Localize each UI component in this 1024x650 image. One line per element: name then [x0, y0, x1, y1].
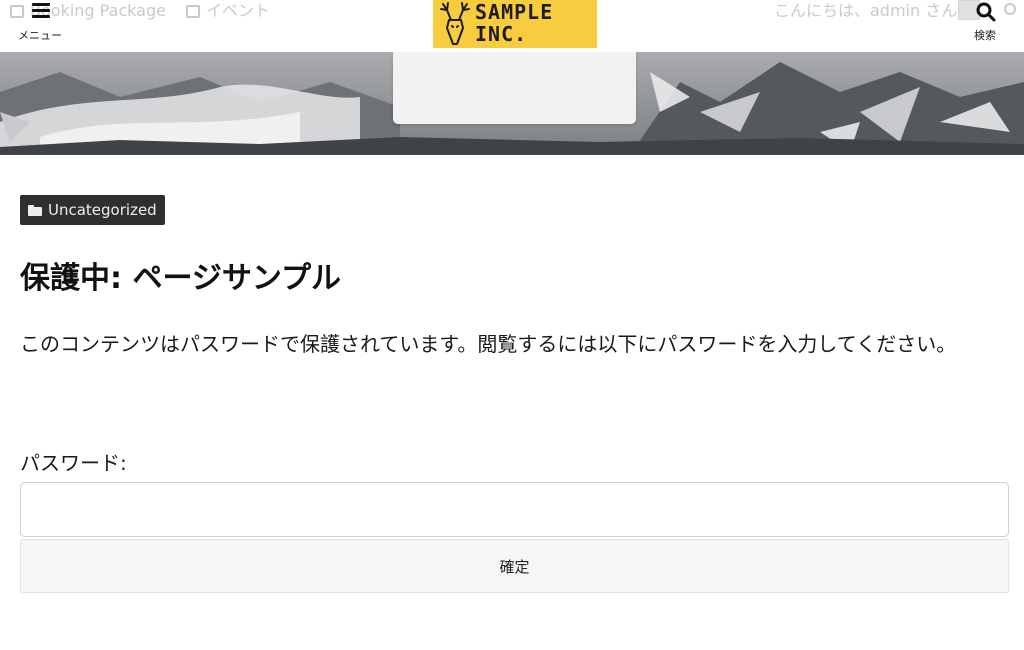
password-label: パスワード: — [20, 451, 127, 475]
submit-button[interactable]: 確定 — [20, 539, 1009, 593]
category-label: Uncategorized — [48, 201, 157, 219]
menu-button[interactable]: メニュー — [14, 0, 70, 48]
folder-icon — [28, 204, 42, 216]
page-title: 保護中: ページサンプル — [20, 261, 341, 296]
search-label: 検索 — [974, 29, 996, 42]
admin-bar-greeting[interactable]: こんにちは、admin さん — [774, 0, 957, 22]
admin-bar-event-item[interactable]: イベント — [186, 0, 270, 22]
site-header: Booking Package イベント こんにちは、admin さん メニュー — [0, 0, 1024, 52]
search-button[interactable]: 検索 — [966, 0, 1006, 46]
calendar-icon — [186, 4, 200, 18]
logo-text: SAMPLE INC. — [475, 1, 553, 45]
admin-greeting-text: こんにちは、admin さん — [774, 1, 958, 20]
menu-label: メニュー — [18, 29, 62, 42]
menu-icon — [32, 3, 50, 19]
search-icon — [976, 2, 996, 22]
deer-logo-icon — [440, 2, 470, 45]
password-input[interactable] — [20, 482, 1009, 537]
hero-overlay-card — [393, 52, 636, 124]
logo-text-line1: SAMPLE — [475, 0, 554, 24]
logo-text-line2: INC. — [475, 22, 528, 46]
admin-bar-event-label: イベント — [206, 1, 271, 20]
category-badge[interactable]: Uncategorized — [20, 195, 165, 225]
protected-message: このコンテンツはパスワードで保護されています。閲覧するには以下にパスワードを入力… — [20, 332, 957, 356]
site-logo[interactable]: SAMPLE INC. — [433, 0, 597, 48]
